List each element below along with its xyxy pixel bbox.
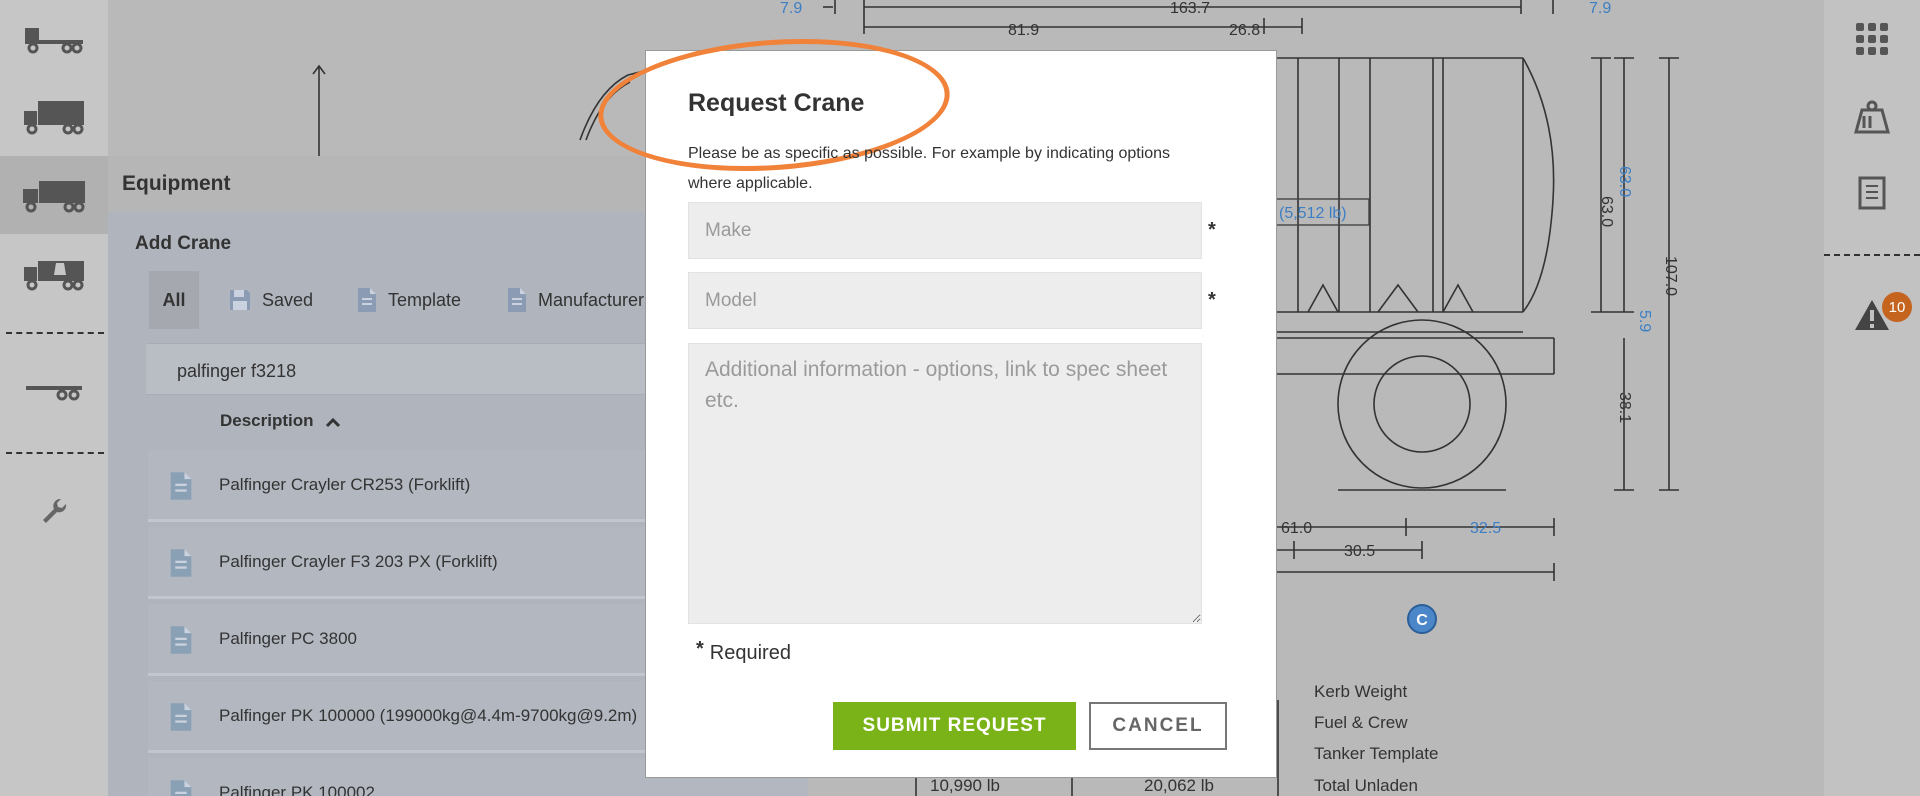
legend-item: Kerb Weight: [1314, 682, 1408, 701]
dim-label: 30.5: [1344, 543, 1375, 560]
row-description: Palfinger PC 3800: [219, 629, 357, 648]
tab-manufacturer[interactable]: Manufacturer: [506, 271, 644, 329]
required-marker: *: [1208, 219, 1216, 241]
dim-label: 107.0: [1662, 256, 1679, 296]
tab-template[interactable]: Template: [356, 271, 461, 329]
tab-label: Template: [388, 289, 462, 310]
row-description: Palfinger Crayler CR253 (Forklift): [219, 475, 471, 494]
model-field[interactable]: [688, 272, 1202, 329]
box-truck-icon: [24, 101, 84, 135]
required-label: Required: [709, 642, 791, 664]
additional-info-field[interactable]: [688, 343, 1202, 624]
rail-item-chassis[interactable]: [0, 0, 108, 78]
tab-label: Saved: [262, 289, 314, 310]
floppy-disk-icon: [230, 290, 250, 310]
tab-label: Manufacturer: [538, 289, 645, 310]
left-rail: [0, 0, 108, 796]
dim-label: 38.1: [1616, 392, 1633, 423]
panel-title: Equipment: [122, 172, 231, 195]
truck-chassis-icon: [25, 28, 83, 54]
document-icon: [170, 549, 192, 577]
document-icon: [170, 472, 192, 500]
document-icon: [508, 288, 526, 312]
dim-label: 63.0: [1598, 196, 1615, 227]
legend-item: Tanker Template: [1314, 744, 1438, 763]
apps-grid-icon: [1856, 23, 1888, 55]
dim-label: 7.9: [780, 0, 802, 17]
document-icon: [170, 703, 192, 731]
trailer-icon: [26, 386, 82, 401]
weight-button[interactable]: [1824, 82, 1920, 152]
report-icon: [1858, 176, 1886, 210]
dim-label: 26.8: [1229, 22, 1260, 39]
row-description: Palfinger PK 100000 (199000kg@4.4m-9700k…: [219, 706, 638, 725]
legend-item: Total Unladen: [1314, 776, 1418, 795]
svg-text:C: C: [1416, 612, 1428, 629]
dialog-description: Please be as specific as possible. For e…: [688, 145, 1171, 192]
truck-weight-icon: [24, 261, 84, 291]
required-note: * Required: [696, 638, 791, 665]
load-label: (5,512 lb): [1279, 205, 1347, 222]
rail-item-weights[interactable]: [0, 234, 108, 312]
cancel-button[interactable]: CANCEL: [1089, 702, 1227, 750]
weight-value: 10,990 lb: [930, 776, 1000, 795]
document-icon: [358, 288, 376, 312]
document-icon: [170, 780, 192, 796]
request-crane-dialog: Request Crane Please be as specific as p…: [593, 27, 1277, 778]
section-title: Add Crane: [135, 233, 232, 254]
legend-item: Fuel & Crew: [1314, 713, 1408, 732]
weight-icon: [1854, 100, 1890, 134]
document-icon: [170, 626, 192, 654]
weight-value: 20,062 lb: [1144, 776, 1214, 795]
report-button[interactable]: [1824, 158, 1920, 228]
row-description: Palfinger Crayler F3 203 PX (Forklift): [219, 552, 498, 571]
dialog-title: Request Crane: [688, 89, 865, 117]
alert-count-badge: 10: [1882, 292, 1912, 322]
dim-label: 7.9: [1589, 0, 1611, 17]
rail-item-box-truck[interactable]: [0, 78, 108, 156]
dim-label: 5.9: [1636, 310, 1653, 332]
row-description: Palfinger PK 100002: [219, 783, 375, 796]
dim-label: 61.0: [1281, 520, 1312, 537]
dim-label: 163.7: [1170, 0, 1210, 17]
submit-request-button[interactable]: SUBMIT REQUEST: [833, 702, 1076, 750]
column-header-description[interactable]: Description: [220, 411, 314, 431]
rail-divider: [1824, 254, 1920, 256]
wrench-icon: [43, 498, 67, 523]
center-of-gravity-marker[interactable]: C: [1407, 604, 1437, 634]
dim-label: 63.0: [1616, 166, 1633, 197]
tab-all[interactable]: All: [149, 271, 199, 329]
sort-ascending-icon[interactable]: [325, 417, 341, 428]
make-field[interactable]: [688, 202, 1202, 259]
rail-item-trailer[interactable]: [0, 352, 108, 430]
required-marker: *: [696, 638, 704, 660]
rail-item-tools[interactable]: [0, 472, 108, 550]
rail-divider: [6, 452, 104, 454]
right-rail: 10: [1824, 0, 1920, 796]
tab-label: All: [162, 289, 186, 310]
required-marker: *: [1208, 289, 1216, 311]
rail-divider: [6, 332, 104, 334]
apps-button[interactable]: [1824, 4, 1920, 74]
search-value: palfinger f3218: [177, 361, 297, 381]
dim-label: 81.9: [1008, 22, 1039, 39]
rigid-truck-icon: [23, 181, 85, 213]
tab-saved[interactable]: Saved: [228, 271, 313, 329]
rail-item-rigid[interactable]: [0, 156, 108, 234]
dim-label: 32.5: [1470, 520, 1501, 537]
